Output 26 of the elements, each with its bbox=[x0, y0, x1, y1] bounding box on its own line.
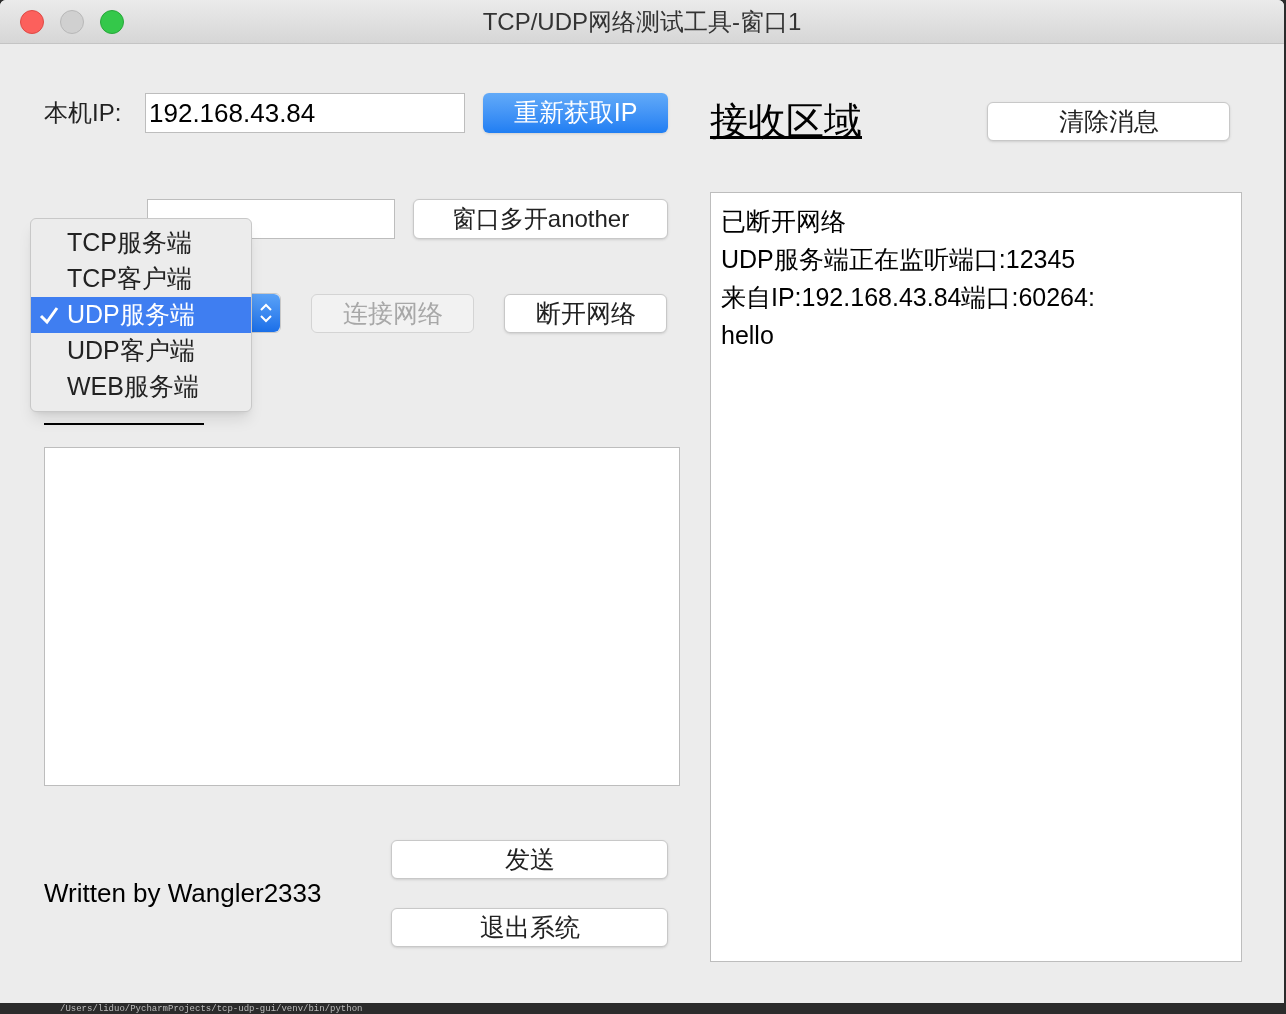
close-icon[interactable] bbox=[20, 10, 44, 34]
new-window-button[interactable]: 窗口多开another bbox=[413, 199, 668, 239]
author-text: Written by Wangler2333 bbox=[44, 877, 322, 910]
minimize-icon[interactable] bbox=[60, 10, 84, 34]
menu-item[interactable]: UDP服务端 bbox=[31, 297, 251, 333]
menu-item[interactable]: TCP客户端 bbox=[31, 261, 251, 297]
terminal-text: /Users/liduo/PycharmProjects/tcp-udp-gui/venv/bin/python bbox=[60, 1003, 363, 1014]
checkmark-icon bbox=[39, 305, 59, 325]
disconnect-button[interactable]: 断开网络 bbox=[504, 293, 667, 333]
send-button[interactable]: 发送 bbox=[391, 840, 668, 879]
maximize-icon[interactable] bbox=[100, 10, 124, 34]
stepper-icon bbox=[251, 294, 280, 332]
menu-item[interactable]: UDP客户端 bbox=[31, 333, 251, 369]
message-line: 已断开网络 bbox=[721, 206, 847, 237]
clear-messages-button[interactable]: 清除消息 bbox=[987, 101, 1230, 141]
message-line: hello bbox=[721, 320, 775, 351]
ip-field[interactable]: 192.168.43.84 bbox=[145, 93, 465, 133]
menu-item[interactable]: WEB服务端 bbox=[31, 369, 251, 405]
exit-button[interactable]: 退出系统 bbox=[391, 908, 668, 947]
window-title: TCP/UDP网络测试工具-窗口1 bbox=[482, 6, 802, 37]
message-line: 来自IP:192.168.43.84端口:60264: bbox=[721, 282, 1096, 313]
receive-area-heading: 接收区域 bbox=[710, 98, 863, 144]
send-text-area[interactable] bbox=[44, 447, 680, 786]
ip-label: 本机IP: bbox=[44, 98, 123, 128]
message-line: UDP服务端正在监听端口:12345 bbox=[721, 244, 1077, 275]
menu-item[interactable]: TCP服务端 bbox=[31, 225, 251, 261]
